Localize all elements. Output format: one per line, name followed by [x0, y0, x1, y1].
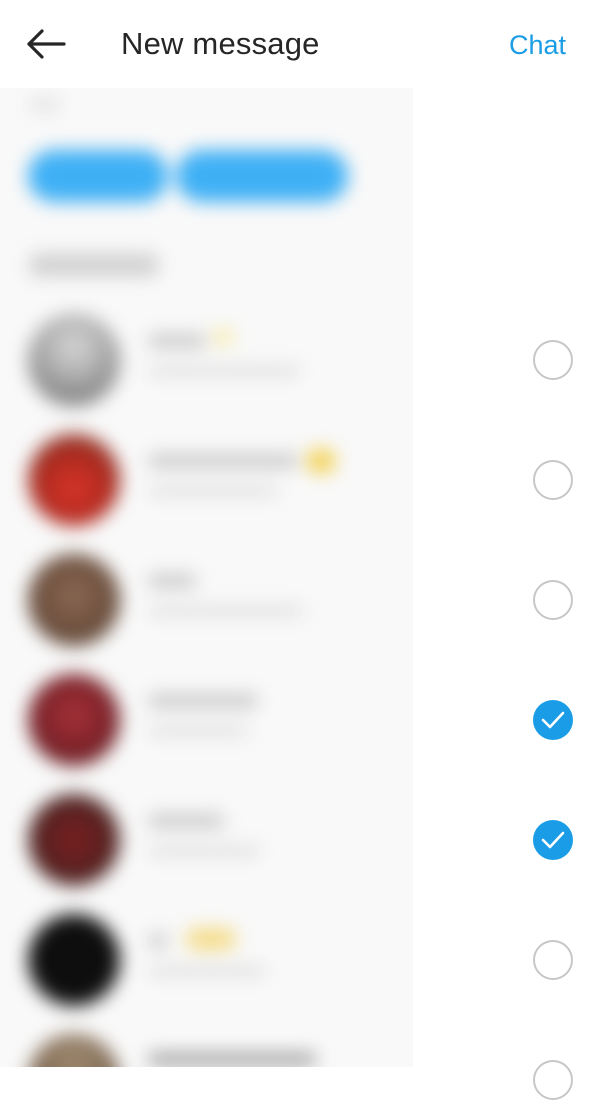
checkmark-icon — [541, 831, 565, 849]
select-toggle[interactable] — [533, 1060, 573, 1100]
avatar — [28, 314, 120, 406]
select-toggle[interactable] — [533, 340, 573, 380]
contact-username-blurred — [148, 486, 278, 496]
list-item — [0, 660, 413, 780]
select-toggle[interactable] — [533, 460, 573, 500]
blurred-section-heading — [30, 254, 158, 276]
avatar — [28, 794, 120, 886]
avatar — [28, 554, 120, 646]
select-toggle[interactable] — [533, 580, 573, 620]
contact-username-blurred — [148, 366, 300, 376]
contact-username-blurred — [148, 726, 248, 736]
emoji-icon — [186, 928, 236, 950]
contact-name-blurred — [148, 814, 224, 828]
avatar — [28, 1034, 120, 1067]
list-item — [0, 300, 413, 420]
arrow-left-icon — [27, 29, 66, 59]
emoji-icon — [306, 448, 336, 474]
top-bar: New message Chat — [0, 0, 600, 88]
contact-name-blurred — [148, 694, 258, 708]
select-toggle-checked[interactable] — [533, 700, 573, 740]
contact-name-blurred — [148, 934, 168, 948]
selected-recipient-chip — [176, 150, 348, 202]
selected-recipient-chip — [28, 150, 168, 202]
blurred-content-panel — [0, 78, 413, 1067]
contact-name-blurred — [148, 1053, 316, 1065]
contact-name-blurred — [148, 454, 298, 468]
select-toggle-checked[interactable] — [533, 820, 573, 860]
list-item — [0, 540, 413, 660]
page-title: New message — [121, 26, 320, 61]
avatar — [28, 434, 120, 526]
chat-button[interactable]: Chat — [509, 27, 566, 63]
blurred-label — [30, 100, 60, 110]
emoji-icon — [212, 328, 234, 346]
avatar — [28, 674, 120, 766]
contact-username-blurred — [148, 966, 266, 976]
select-toggle[interactable] — [533, 940, 573, 980]
back-button[interactable] — [18, 18, 74, 70]
contact-name-blurred — [148, 574, 196, 588]
contact-name-blurred — [148, 334, 206, 348]
list-item — [0, 900, 413, 1020]
checkmark-icon — [541, 711, 565, 729]
blurred-content — [0, 78, 413, 1067]
list-item — [0, 420, 413, 540]
list-item — [0, 780, 413, 900]
contact-username-blurred — [148, 846, 260, 856]
avatar — [28, 914, 120, 1006]
contact-username-blurred — [148, 606, 304, 616]
